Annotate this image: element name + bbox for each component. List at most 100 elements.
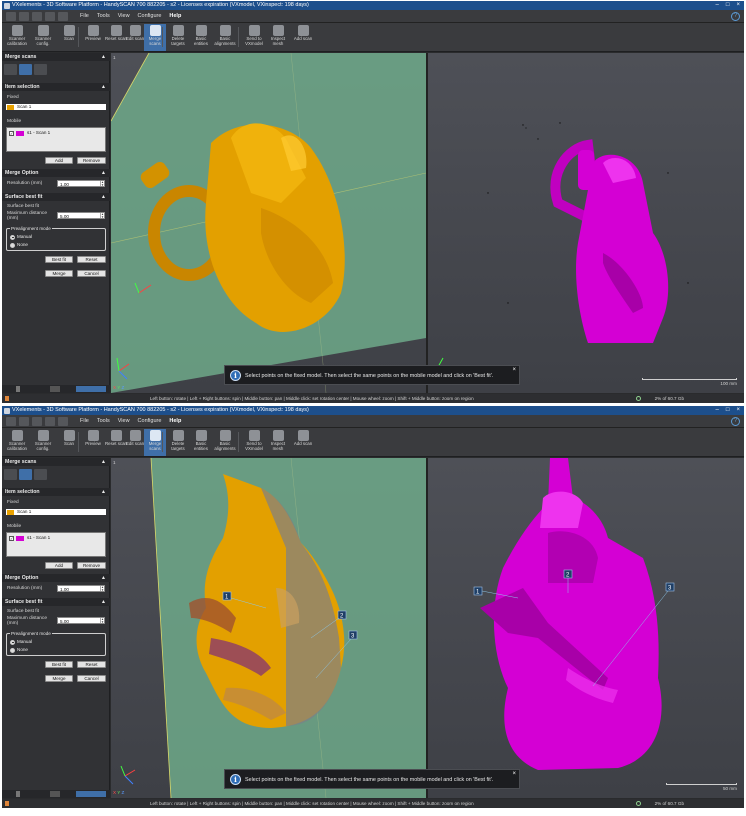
save-icon[interactable] <box>32 12 42 21</box>
mobile-scan-list[interactable]: ✓ s1 - Scan 1 <box>6 127 106 152</box>
fixed-viewport[interactable] <box>111 53 426 393</box>
manual-radio[interactable]: Manual <box>10 639 32 645</box>
tool-send-to-vxmodel[interactable]: Send to VXmodel <box>243 429 265 456</box>
none-radio[interactable]: None <box>10 242 28 248</box>
remove-button[interactable]: Remove <box>77 562 106 569</box>
tool-preview[interactable]: Preview <box>82 429 104 456</box>
new-icon[interactable] <box>19 12 29 21</box>
item-selection-header[interactable]: Item selection ▲ <box>2 488 110 496</box>
menu-view[interactable]: View <box>118 10 130 23</box>
resolution-input[interactable]: 1.00 ▲ ▼ <box>57 180 105 187</box>
mobile-scan-item[interactable]: ✓ s1 - Scan 1 <box>9 130 103 136</box>
redo-icon[interactable] <box>58 12 68 21</box>
menu-tools[interactable]: Tools <box>97 10 110 23</box>
merge-option-header[interactable]: Merge Option ▲ <box>2 169 110 177</box>
redo-icon[interactable] <box>58 417 68 426</box>
close-window-icon[interactable]: × <box>736 406 740 415</box>
merge-header[interactable]: Merge scans ▲ <box>2 53 110 61</box>
close-message-icon[interactable]: × <box>512 360 516 380</box>
menu-help[interactable]: Help <box>169 415 181 428</box>
mobile-viewport[interactable]: 1 2 3 <box>428 458 744 798</box>
help-icon[interactable]: ? <box>731 417 740 426</box>
list-icon[interactable] <box>50 791 60 797</box>
reset-button[interactable]: Reset <box>77 256 106 263</box>
list-icon[interactable] <box>50 386 60 392</box>
home-icon[interactable] <box>6 417 16 426</box>
cancel-button[interactable]: Cancel <box>77 675 106 682</box>
menu-help[interactable]: Help <box>169 10 181 23</box>
tool-inspect-mesh[interactable]: Inspect mesh <box>267 24 289 51</box>
add-tab-button[interactable] <box>76 386 106 392</box>
maximize-icon[interactable]: □ <box>726 406 730 415</box>
collapse-icon[interactable] <box>16 386 20 392</box>
best-fit-tab-icon[interactable] <box>19 469 32 480</box>
checkbox-icon[interactable]: ✓ <box>9 535 14 541</box>
mobile-scan-item[interactable]: ✓ s1 - Scan 1 <box>9 535 103 541</box>
menu-file[interactable]: File <box>80 10 89 23</box>
add-tab-button[interactable] <box>76 791 106 797</box>
tool-basic-entities[interactable]: Basic entities <box>190 429 212 456</box>
tool-delete-targets[interactable]: Delete targets <box>167 429 189 456</box>
tool-basic-alignments[interactable]: Basic alignments <box>214 24 236 51</box>
tool-preview[interactable]: Preview <box>82 24 104 51</box>
home-icon[interactable] <box>6 12 16 21</box>
add-button[interactable]: Add <box>45 562 73 569</box>
tool-send-to-vxmodel[interactable]: Send to VXmodel <box>243 24 265 51</box>
tool-delete-targets[interactable]: Delete targets <box>167 24 189 51</box>
tool-scanner-calibration[interactable]: Scanner calibration <box>6 429 28 456</box>
targets-tab-icon[interactable] <box>34 469 47 480</box>
best-fit-header[interactable]: Surface best fit ▲ <box>2 193 110 201</box>
tool-basic-entities[interactable]: Basic entities <box>190 24 212 51</box>
menu-configure[interactable]: Configure <box>138 10 162 23</box>
help-icon[interactable]: ? <box>731 12 740 21</box>
reset-button[interactable]: Reset <box>77 661 106 668</box>
tool-add-scan[interactable]: Add scan <box>292 429 314 456</box>
merge-tab-icon[interactable] <box>4 64 17 75</box>
mobile-viewport[interactable] <box>428 53 744 393</box>
tool-scanner-calibration[interactable]: Scanner calibration <box>6 24 28 51</box>
fixed-scan-field[interactable]: Scan 1 <box>6 104 106 110</box>
tool-scan[interactable]: Scan <box>58 24 80 51</box>
undo-icon[interactable] <box>45 12 55 21</box>
menu-file[interactable]: File <box>80 415 89 428</box>
none-radio[interactable]: None <box>10 647 28 653</box>
tool-basic-alignments[interactable]: Basic alignments <box>214 429 236 456</box>
targets-tab-icon[interactable] <box>34 64 47 75</box>
undo-icon[interactable] <box>45 417 55 426</box>
tool-scanner-config[interactable]: Scanner config. <box>32 24 54 51</box>
tool-add-scan[interactable]: Add scan <box>292 24 314 51</box>
best-fit-button[interactable]: Best fit <box>45 661 73 668</box>
merge-button[interactable]: Merge <box>45 675 73 682</box>
max-distance-input[interactable]: 5.00 ▲ ▼ <box>57 617 105 624</box>
tool-inspect-mesh[interactable]: Inspect mesh <box>267 429 289 456</box>
minimize-icon[interactable]: – <box>716 1 719 10</box>
tool-scanner-config[interactable]: Scanner config. <box>32 429 54 456</box>
best-fit-button[interactable]: Best fit <box>45 256 73 263</box>
merge-header[interactable]: Merge scans ▲ <box>2 458 110 466</box>
max-distance-input[interactable]: 5.00 ▲ ▼ <box>57 212 105 219</box>
menu-configure[interactable]: Configure <box>138 415 162 428</box>
fixed-viewport[interactable]: 1 2 3 <box>111 458 426 798</box>
checkbox-icon[interactable]: ✓ <box>9 130 14 136</box>
close-window-icon[interactable]: × <box>736 1 740 10</box>
manual-radio[interactable]: Manual <box>10 234 32 240</box>
new-icon[interactable] <box>19 417 29 426</box>
item-selection-header[interactable]: Item selection ▲ <box>2 83 110 91</box>
merge-option-header[interactable]: Merge Option ▲ <box>2 574 110 582</box>
merge-tab-icon[interactable] <box>4 469 17 480</box>
best-fit-header[interactable]: Surface best fit ▲ <box>2 598 110 606</box>
close-message-icon[interactable]: × <box>512 764 516 784</box>
fixed-scan-field[interactable]: Scan 1 <box>6 509 106 515</box>
tool-edit-scan[interactable]: Edit scan <box>124 24 146 51</box>
add-button[interactable]: Add <box>45 157 73 164</box>
remove-button[interactable]: Remove <box>77 157 106 164</box>
menu-tools[interactable]: Tools <box>97 415 110 428</box>
best-fit-tab-icon[interactable] <box>19 64 32 75</box>
tool-edit-scan[interactable]: Edit scan <box>124 429 146 456</box>
merge-button[interactable]: Merge <box>45 270 73 277</box>
cancel-button[interactable]: Cancel <box>77 270 106 277</box>
minimize-icon[interactable]: – <box>716 406 719 415</box>
save-icon[interactable] <box>32 417 42 426</box>
maximize-icon[interactable]: □ <box>726 1 730 10</box>
menu-view[interactable]: View <box>118 415 130 428</box>
